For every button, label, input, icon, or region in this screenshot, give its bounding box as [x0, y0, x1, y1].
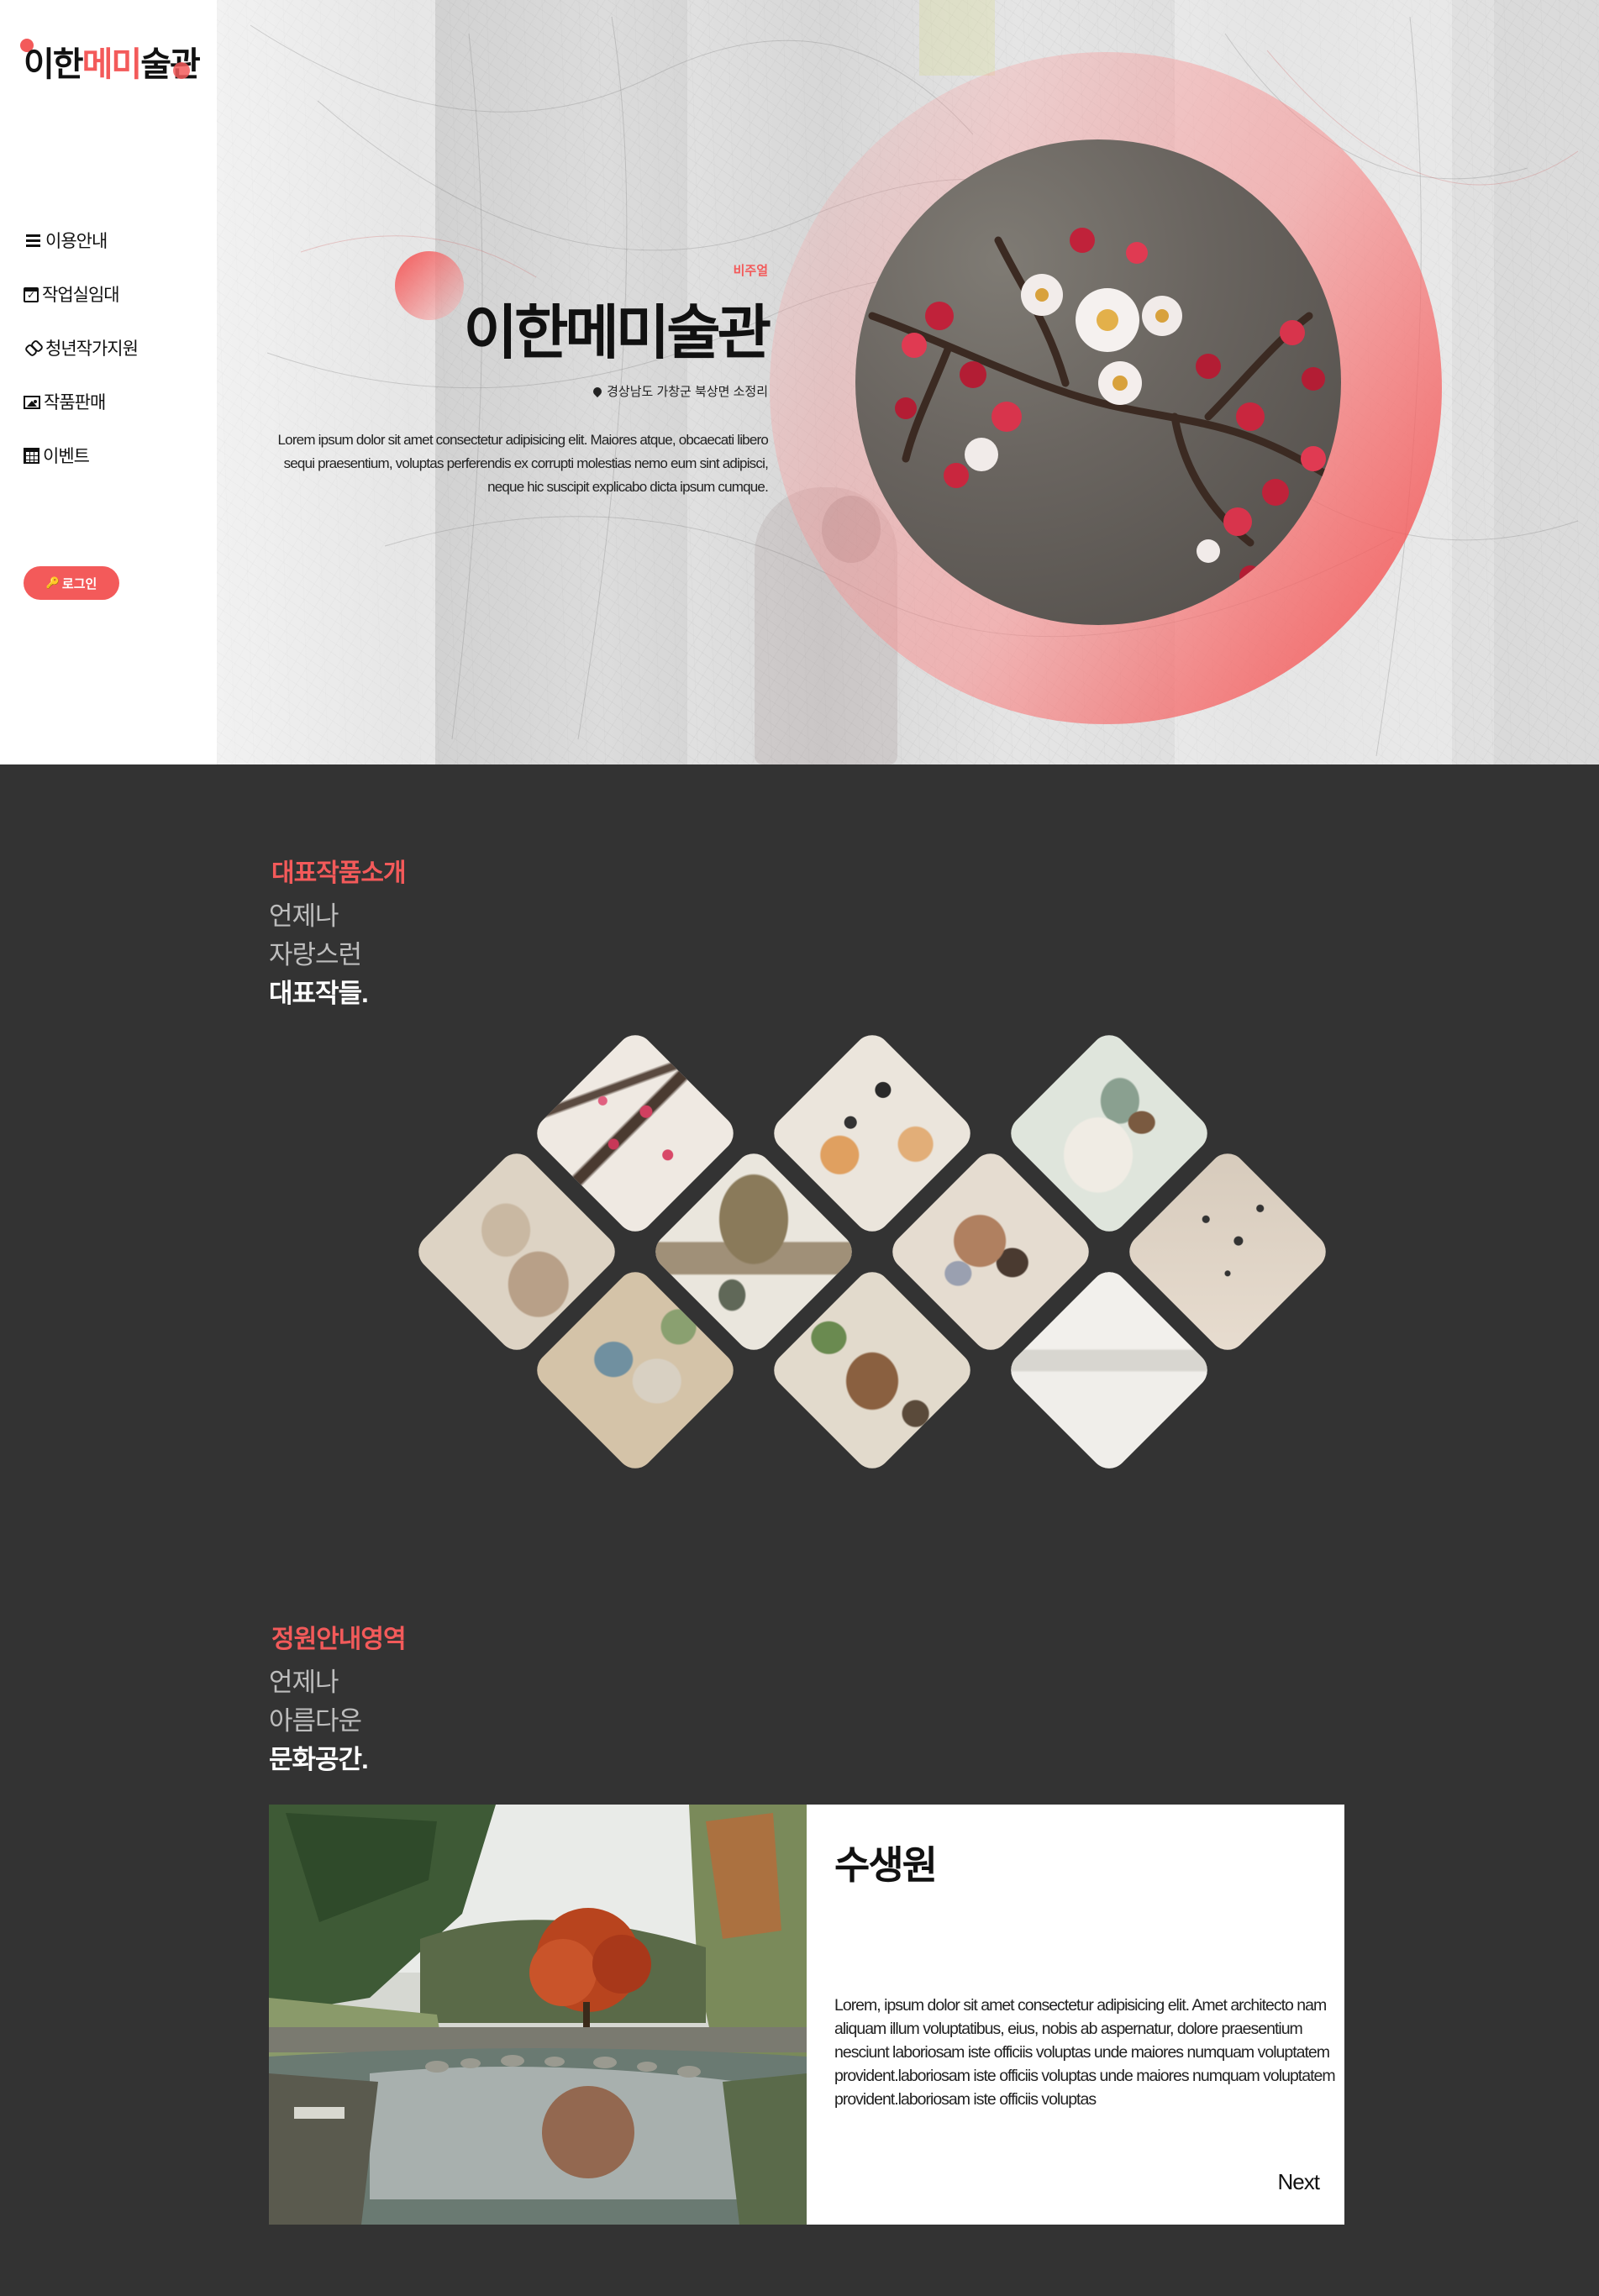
garden-line1: 언제나 [269, 1668, 339, 1697]
garden-feature: 수생원 Lorem, ipsum dolor sit amet consecte… [269, 1805, 1344, 2225]
hero-section: 비주얼 이한메미술관 경상남도 가창군 북상면 소정리 Lorem ipsum … [0, 0, 1599, 764]
nav-item-art-sales[interactable]: 작품판매 [24, 375, 138, 428]
nav-item-label: 작품판매 [44, 393, 106, 412]
key-icon: 🔑 [45, 576, 60, 589]
hero-address: 경상남도 가창군 북상면 소정리 [592, 382, 768, 400]
decorative-circle [395, 251, 464, 320]
list-icon [24, 232, 42, 249]
works-line2: 자랑스런 [269, 940, 362, 969]
works-line3: 대표작들. [269, 979, 369, 1008]
nav-item-young-artist-support[interactable]: 청년작가지원 [24, 321, 139, 375]
next-button[interactable]: Next [1278, 2169, 1320, 2195]
garden-pond-photo [269, 1805, 807, 2225]
calendar-check-icon [24, 286, 39, 302]
login-button[interactable]: 🔑 로그인 [24, 566, 119, 600]
nav-item-label: 작업실임대 [42, 286, 120, 305]
logo-text-part2: 메미 [82, 46, 143, 83]
calendar-icon [24, 447, 39, 464]
plum-blossom-photo [855, 139, 1341, 625]
garden-line3: 문화공간. [269, 1745, 369, 1774]
garden-line2: 아름다운 [269, 1706, 362, 1736]
link-icon [24, 339, 42, 356]
hero-title: 이한메미술관 [463, 300, 771, 365]
garden-card-description: Lorem, ipsum dolor sit amet consectetur … [834, 1996, 1336, 2109]
map-marker-icon [592, 385, 604, 397]
works-line1: 언제나 [269, 901, 339, 931]
nav-item-usage-guide[interactable]: 이용안내 [24, 213, 138, 267]
site-logo[interactable]: 이한메미술관 [24, 37, 201, 86]
nav-item-events[interactable]: 이벤트 [24, 428, 138, 482]
works-section-label: 대표작품소개 [271, 859, 407, 887]
garden-section-label: 정원안내영역 [271, 1626, 407, 1653]
main-nav: 이용안내 작업실임대 청년작가지원 작품판매 이벤트 [24, 213, 139, 482]
image-icon [24, 396, 40, 409]
hero-description: Lorem ipsum dolor sit amet consectetur a… [277, 432, 769, 495]
address-text: 경상남도 가창군 북상면 소정리 [607, 385, 768, 399]
sidebar: 이한메미술관 이용안내 작업실임대 청년작가지원 작품판매 이벤트 [0, 0, 217, 764]
hero-subtitle: 비주얼 [733, 264, 768, 278]
nav-item-label: 청년작가지원 [45, 339, 139, 359]
nav-item-label: 이용안내 [45, 232, 108, 251]
hero-text-block: 비주얼 이한메미술관 경상남도 가창군 북상면 소정리 Lorem ipsum … [217, 0, 771, 764]
logo-text-part1: 이한 [24, 46, 84, 83]
garden-info-card: 수생원 Lorem, ipsum dolor sit amet consecte… [807, 1805, 1344, 2225]
logo-text-part3: 술관 [140, 46, 201, 83]
login-label: 로그인 [61, 576, 97, 591]
garden-card-title: 수생원 [834, 1843, 938, 1887]
nav-item-label: 이벤트 [43, 447, 90, 466]
artwork-gallery [411, 1027, 1338, 1482]
nav-item-studio-rental[interactable]: 작업실임대 [24, 267, 138, 321]
